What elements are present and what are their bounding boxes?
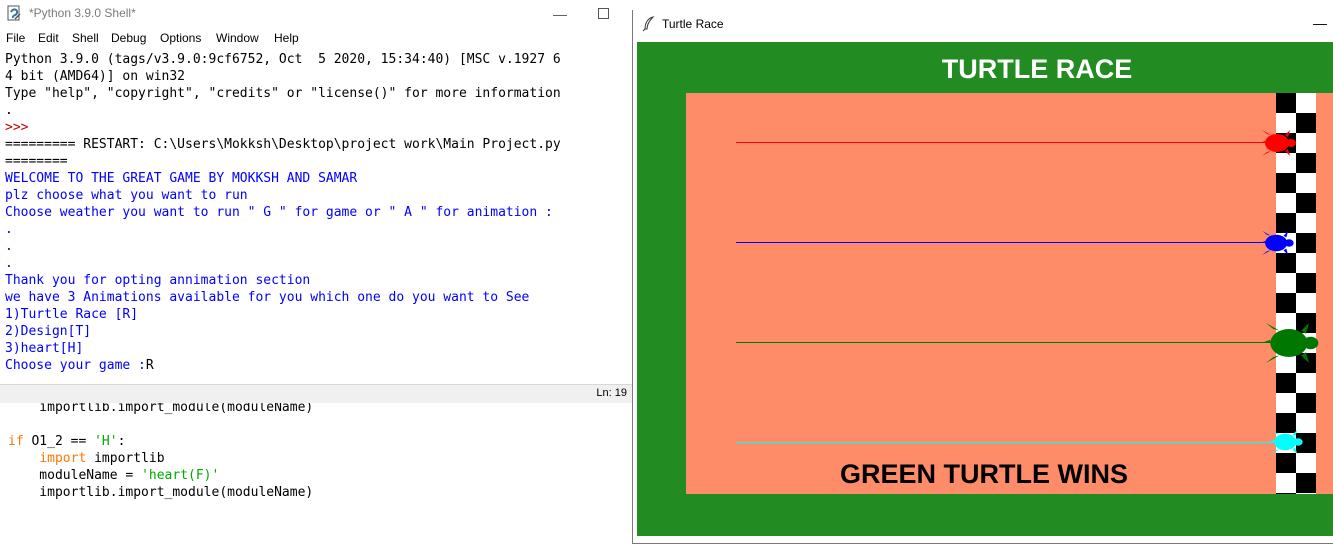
code-text: moduleName = <box>8 468 142 483</box>
finish-square <box>1276 193 1296 213</box>
cyan-trail <box>736 442 1281 443</box>
winner-message: GREEN TURTLE WINS <box>840 459 1128 489</box>
shell-line: we have 3 Animations available for you w… <box>5 290 530 305</box>
minimize-button[interactable]: — <box>1313 15 1327 31</box>
menu-shell[interactable]: Shell <box>72 31 99 45</box>
menu-help[interactable]: Help <box>274 31 299 45</box>
finish-square <box>1276 93 1296 113</box>
shell-line: Type "help", "copyright", "credits" or "… <box>5 86 561 101</box>
menu-debug[interactable]: Debug <box>111 31 146 45</box>
editor-window[interactable]: importlib.import_module(moduleName) if O… <box>0 400 632 547</box>
code-string: 'H' <box>94 434 118 449</box>
code-line: if O1_2 == 'H': <box>8 434 125 450</box>
shell-line: 1)Turtle Race [R] <box>5 307 139 322</box>
finish-square <box>1276 373 1296 393</box>
code-text: O1_2 == <box>23 434 95 449</box>
finish-square <box>1296 113 1316 133</box>
code-keyword: import <box>39 451 87 466</box>
shell-line: Python 3.9.0 (tags/v3.9.0:9cf6752, Oct 5… <box>5 52 561 67</box>
finish-square <box>1296 373 1316 393</box>
finish-square <box>1296 253 1316 273</box>
menu-window[interactable]: Window <box>216 31 259 45</box>
shell-line: . <box>5 256 13 271</box>
turtle-canvas[interactable]: TURTLE RACE GREEN TURTLE WINS <box>637 42 1333 536</box>
shell-line: Thank you for opting annimation section <box>5 273 311 288</box>
finish-square <box>1296 193 1316 213</box>
finish-square <box>1296 393 1316 413</box>
shell-line: WELCOME TO THE GREAT GAME BY MOKKSH AND … <box>5 171 358 186</box>
blue-trail <box>736 242 1266 243</box>
line-indicator: Ln: 19 <box>596 387 627 399</box>
idle-python-icon <box>7 5 21 21</box>
maximize-icon <box>598 8 609 19</box>
input-answer: R <box>145 358 154 373</box>
menu-edit[interactable]: Edit <box>38 31 59 45</box>
finish-square <box>1296 453 1316 473</box>
finish-square <box>1296 153 1316 173</box>
maximize-button[interactable] <box>594 2 614 26</box>
shell-line: Choose weather you want to run " G " for… <box>5 205 553 220</box>
finish-square <box>1276 253 1296 273</box>
finish-square <box>1276 213 1296 233</box>
shell-line: . <box>5 103 13 118</box>
menu-file[interactable]: File <box>6 31 25 45</box>
finish-square <box>1296 273 1316 293</box>
menubar: File Edit Shell Debug Options Window Hel… <box>0 28 632 48</box>
shell-line: . <box>5 222 13 237</box>
shell-line: ======== <box>5 154 68 169</box>
minimize-button[interactable]: — <box>548 2 572 26</box>
finish-square <box>1296 213 1316 233</box>
blue-turtle <box>1259 231 1294 255</box>
shell-line: ========= RESTART: C:\Users\Mokksh\Deskt… <box>5 137 561 152</box>
finish-square <box>1296 293 1316 313</box>
python-shell-window[interactable]: *Python 3.9.0 Shell* — File Edit Shell D… <box>0 0 632 403</box>
green-turtle <box>1261 322 1319 364</box>
finish-square <box>1296 493 1316 494</box>
finish-square <box>1276 173 1296 193</box>
code-keyword: if <box>8 434 24 449</box>
feather-icon <box>642 16 655 32</box>
finish-square <box>1276 153 1296 173</box>
green-trail <box>736 342 1301 343</box>
cyan-turtle <box>1268 430 1303 454</box>
code-line: importlib.import_module(moduleName) <box>8 485 314 500</box>
finish-square <box>1296 133 1316 153</box>
shell-titlebar[interactable]: *Python 3.9.0 Shell* — <box>0 0 632 28</box>
finish-square <box>1296 473 1316 493</box>
input-prompt: Choose your game : <box>5 358 146 373</box>
shell-prompt: >>> <box>5 120 29 135</box>
shell-line: plz choose what you want to run <box>5 188 248 203</box>
red-trail <box>736 142 1282 143</box>
finish-square <box>1296 233 1316 253</box>
shell-line: 4 bit (AMD64)] on win32 <box>5 69 186 84</box>
race-title: TURTLE RACE <box>941 54 1133 84</box>
finish-square <box>1276 393 1296 413</box>
finish-square <box>1276 493 1296 494</box>
statusbar: Ln: 19 <box>0 384 632 403</box>
code-string: 'heart(F)' <box>141 468 220 483</box>
shell-input-line: Choose your game :R <box>5 357 154 374</box>
menu-options[interactable]: Options <box>160 31 201 45</box>
code-line: import importlib <box>8 451 165 467</box>
window-title: Turtle Race <box>662 17 724 31</box>
turtle-race-window[interactable]: Turtle Race — TURTLE RACE GREEN TURTLE W… <box>632 10 1333 544</box>
race-track: GREEN TURTLE WINS <box>686 93 1333 494</box>
finish-square <box>1276 273 1296 293</box>
shell-line: 3)heart[H] <box>5 341 84 356</box>
code-text: : <box>117 434 126 449</box>
code-text: importlib <box>86 451 165 466</box>
finish-square <box>1296 173 1316 193</box>
shell-line: . <box>5 239 13 254</box>
red-turtle <box>1259 130 1296 156</box>
shell-line: 2)Design[T] <box>5 324 92 339</box>
finish-square <box>1276 293 1296 313</box>
turtle-titlebar[interactable]: Turtle Race — <box>633 10 1333 38</box>
code-line: moduleName = 'heart(F)' <box>8 468 219 484</box>
window-title: *Python 3.9.0 Shell* <box>29 6 136 20</box>
finish-square <box>1296 93 1316 113</box>
shell-output-area[interactable]: Python 3.9.0 (tags/v3.9.0:9cf6752, Oct 5… <box>0 48 632 384</box>
